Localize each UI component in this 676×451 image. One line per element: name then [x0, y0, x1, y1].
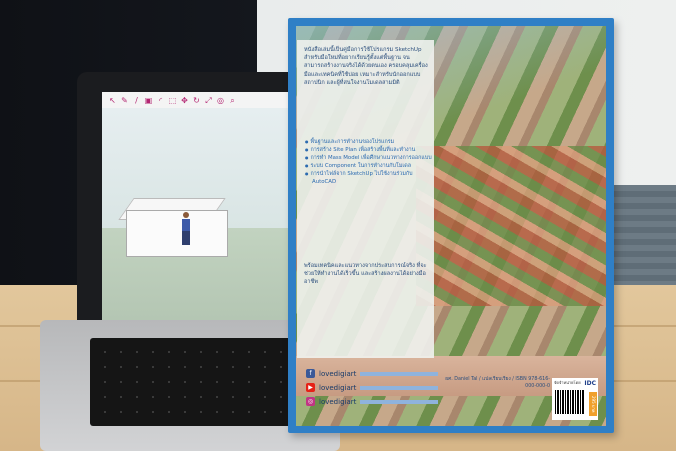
- list-item: การทำ Mass Model เพื่อศึกษาแนวทางการออกแ…: [311, 154, 434, 162]
- photo-scene: ↖ ✎ / ▣ ◜ ⬚ ✥ ↻ ⤢ ◎ ⌕ หนังสือเล่มนี้เป็น…: [0, 0, 676, 451]
- orbit-tool-icon: ◎: [217, 95, 224, 105]
- barcode: [555, 390, 585, 414]
- social-instagram: ◎ lovedigiart: [306, 396, 438, 407]
- model-box: [126, 210, 228, 257]
- shape-tool-icon: ▣: [144, 95, 153, 105]
- social-facebook: f lovedigiart: [306, 368, 438, 379]
- line-tool-icon: /: [135, 95, 138, 105]
- zoom-tool-icon: ⌕: [230, 95, 235, 105]
- facebook-icon: f: [306, 369, 315, 378]
- scale-figure: [181, 212, 191, 246]
- pencil-tool-icon: ✎: [121, 95, 128, 105]
- book-credits: ผศ. Daniel Tal / แปลเรียบเรียง / ISBN 97…: [445, 377, 550, 389]
- publisher-box: จัดจำหน่ายโดย IDC 295 บาท: [552, 378, 598, 420]
- social-handle: lovedigiart: [319, 369, 357, 378]
- instagram-icon: ◎: [306, 397, 315, 406]
- book-blurb-outro: พร้อมเทคนิคและแนวทางจากประสบการณ์จริง ที…: [304, 263, 427, 286]
- social-handle: lovedigiart: [319, 397, 357, 406]
- push-pull-icon: ⬚: [168, 95, 177, 105]
- rotate-tool-icon: ↻: [193, 95, 200, 105]
- sketchup-toolbar: ↖ ✎ / ▣ ◜ ⬚ ✥ ↻ ⤢ ◎ ⌕: [102, 92, 306, 109]
- publisher-label: จัดจำหน่ายโดย: [554, 380, 581, 385]
- price-tag: 295 บาท: [589, 392, 597, 416]
- youtube-icon: ▶: [306, 383, 315, 392]
- social-youtube: ▶ lovedigiart: [306, 382, 438, 393]
- book-text-panel: [297, 40, 434, 358]
- laptop-keyboard: [90, 338, 300, 426]
- list-item: ระบบ Component ในการทำงานกับโมเดล: [311, 162, 434, 170]
- publisher-logo: IDC: [584, 380, 596, 387]
- move-tool-icon: ✥: [181, 95, 188, 105]
- book-feature-list: พื้นฐานและการทำงานของโปรแกรม การสร้าง Si…: [304, 138, 434, 186]
- book-blurb-intro: หนังสือเล่มนี้เป็นคู่มือการใช้โปรแกรม Sk…: [304, 47, 428, 86]
- arc-tool-icon: ◜: [158, 95, 163, 105]
- list-item: การสร้าง Site Plan เพื่อสร้างพื้นที่และท…: [311, 146, 434, 154]
- list-item: การนำไฟล์จาก SketchUp ไปใช้งานร่วมกับ Au…: [311, 170, 434, 186]
- social-handle: lovedigiart: [319, 383, 357, 392]
- select-tool-icon: ↖: [109, 95, 116, 105]
- city-roofs: [416, 146, 606, 306]
- list-item: พื้นฐานและการทำงานของโปรแกรม: [311, 138, 434, 146]
- scale-tool-icon: ⤢: [205, 95, 212, 105]
